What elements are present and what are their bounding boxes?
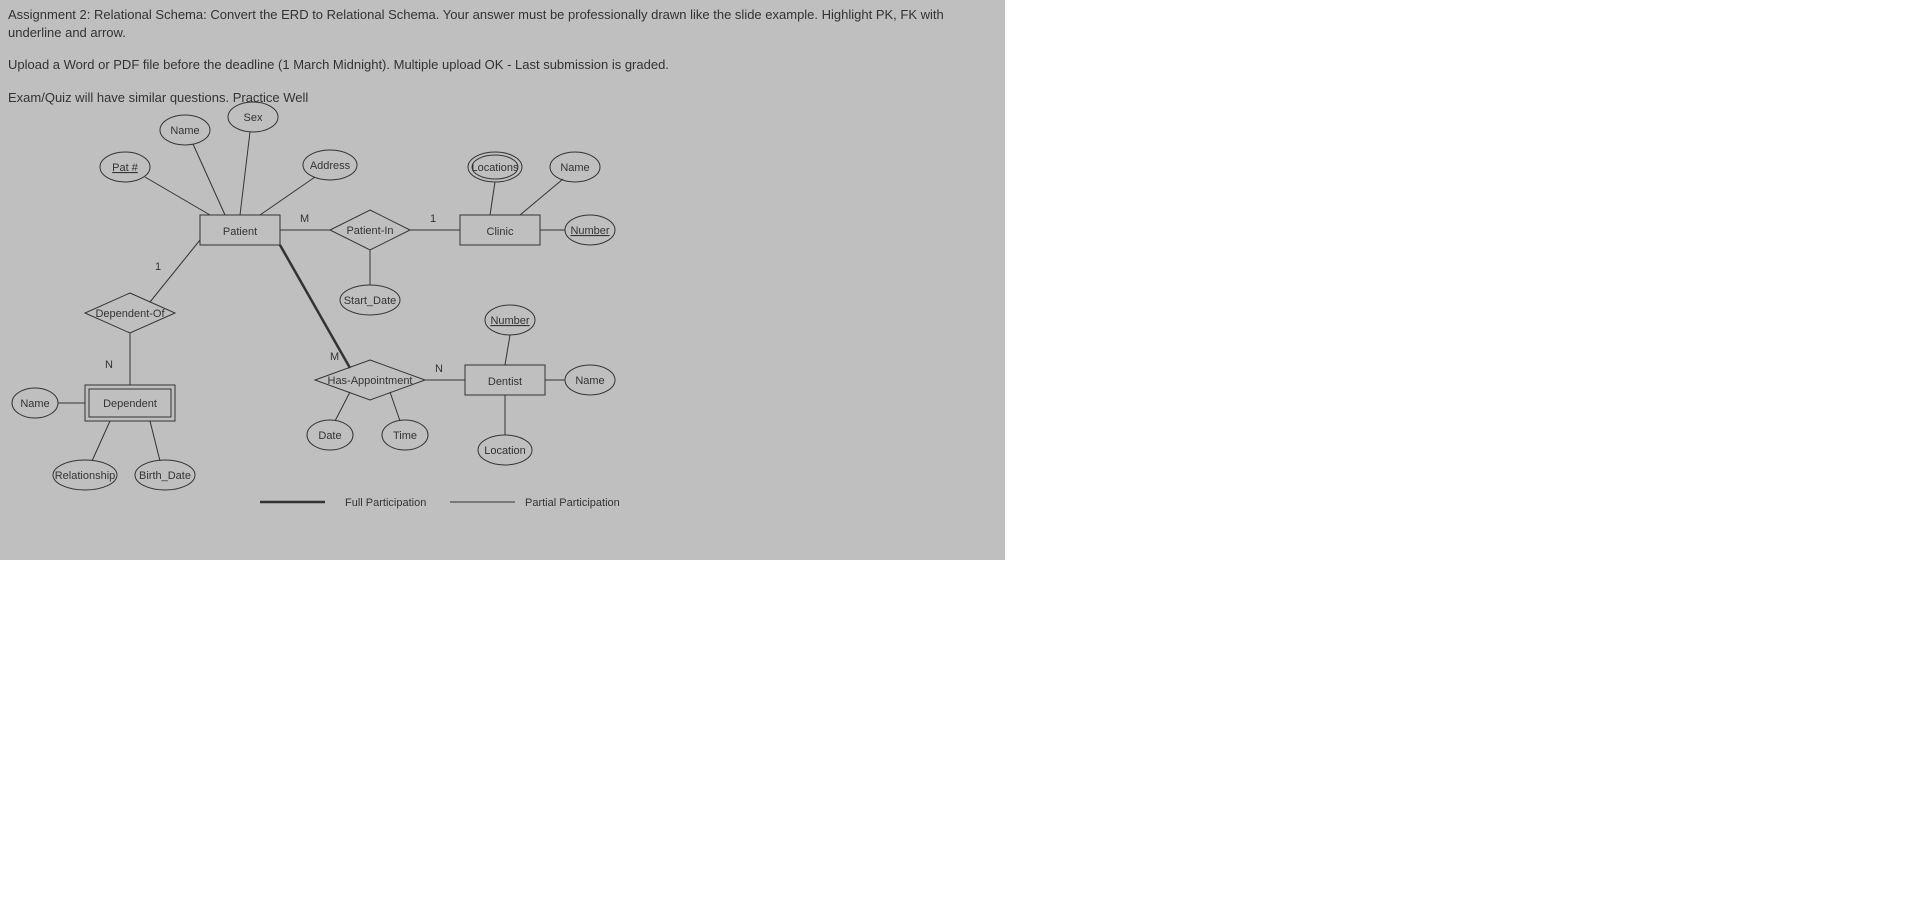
- edge-dentistnum-dentist: [505, 335, 510, 365]
- attr-pat-no-label: Pat #: [112, 162, 139, 174]
- relationship-dependent-of-label: Dependent-Of: [95, 308, 165, 320]
- cardinality-dependent-n: N: [105, 359, 113, 371]
- legend-full-label: Full Participation: [345, 497, 426, 509]
- cardinality-clinic-1: 1: [430, 213, 436, 225]
- entity-clinic-label: Clinic: [487, 226, 514, 238]
- attr-clinic-name-label: Name: [560, 162, 589, 174]
- attr-address-label: Address: [310, 160, 351, 172]
- attr-sex-label: Sex: [244, 112, 263, 124]
- entity-dependent-label: Dependent: [103, 398, 157, 410]
- attr-date-label: Date: [318, 430, 341, 442]
- erd-diagram: Patient Pat # Name Sex Address Patient-I…: [0, 90, 640, 520]
- cardinality-patient-m: M: [300, 213, 309, 225]
- edge-rel-dependent: [92, 421, 110, 461]
- legend-partial-label: Partial Participation: [525, 497, 620, 509]
- attr-dentist-location-label: Location: [484, 445, 526, 457]
- edge-locations-clinic: [490, 182, 495, 215]
- attr-birth-date-label: Birth_Date: [139, 470, 191, 482]
- cardinality-patient-1: 1: [155, 261, 161, 273]
- attr-start-date-label: Start_Date: [344, 295, 397, 307]
- attr-clinic-number-label: Number: [570, 225, 609, 237]
- entity-dentist-label: Dentist: [488, 376, 522, 388]
- instruction-line-2: Upload a Word or PDF file before the dea…: [8, 56, 988, 74]
- entity-patient-label: Patient: [223, 226, 257, 238]
- attr-time-label: Time: [393, 430, 417, 442]
- attr-patient-name-label: Name: [170, 125, 199, 137]
- edge-address-patient: [260, 177, 315, 215]
- attr-dependent-name-label: Name: [20, 398, 49, 410]
- edge-time-appt: [390, 392, 400, 421]
- edge-bdate-dependent: [150, 421, 160, 461]
- relationship-patient-in-label: Patient-In: [346, 225, 393, 237]
- relationship-has-appointment-label: Has-Appointment: [328, 375, 413, 387]
- instruction-line-1: Assignment 2: Relational Schema: Convert…: [8, 6, 988, 42]
- attr-dentist-number-label: Number: [490, 315, 529, 327]
- cardinality-appt-m: M: [330, 351, 339, 363]
- background-panel: Assignment 2: Relational Schema: Convert…: [0, 0, 1005, 560]
- edge-patno-patient: [145, 177, 210, 215]
- edge-clinicname-clinic: [520, 179, 563, 215]
- edge-sex-patient: [240, 132, 250, 215]
- edge-patient-hasappt: [280, 245, 350, 368]
- attr-locations-label: Locations: [471, 162, 519, 174]
- cardinality-appt-n: N: [435, 363, 443, 375]
- edge-name-patient: [193, 144, 225, 215]
- edge-date-appt: [335, 392, 350, 421]
- attr-dentist-name-label: Name: [575, 375, 604, 387]
- attr-relationship-label: Relationship: [55, 470, 116, 482]
